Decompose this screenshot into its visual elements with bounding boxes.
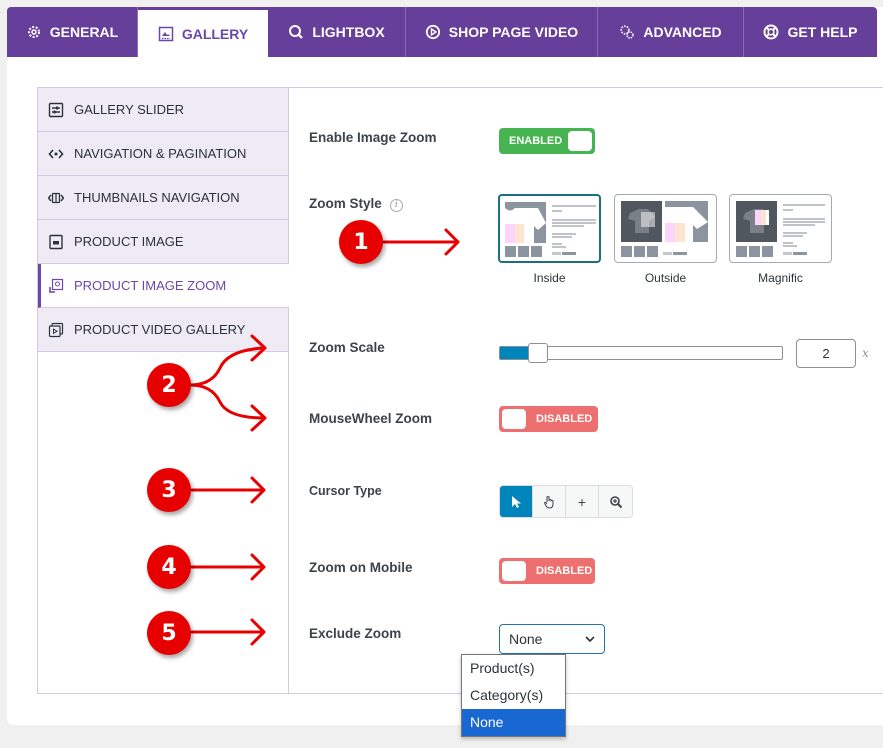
- settings-content: Enable Image Zoom ENABLED Zoom Style i I…: [290, 88, 883, 694]
- gallery-icon: [158, 26, 174, 41]
- sidebar-item-product-image[interactable]: PRODUCT IMAGE: [38, 220, 288, 264]
- tab-get-help[interactable]: GET HELP: [744, 7, 877, 57]
- play-circle-icon: [425, 24, 440, 40]
- sidebar-item-label: THUMBNAILS NAVIGATION: [74, 190, 240, 205]
- gear-icon: [27, 26, 40, 38]
- sidebar-item-label: NAVIGATION & PAGINATION: [74, 146, 247, 161]
- zoom-on-mobile-label: Zoom on Mobile: [309, 560, 413, 575]
- zoom-style-magnific[interactable]: [729, 194, 832, 263]
- cursor-hand-button[interactable]: [533, 486, 566, 517]
- toggle-state: ENABLED: [509, 135, 563, 147]
- zoom-scale-unit: x: [862, 346, 869, 360]
- zoom-scale-input[interactable]: 2: [796, 339, 856, 368]
- annotation-badge-1: 1: [339, 220, 383, 264]
- enable-image-zoom-toggle[interactable]: ENABLED: [499, 128, 595, 154]
- chevron-down-icon: [585, 636, 595, 643]
- tab-label: GENERAL: [49, 24, 119, 40]
- dropdown-option-none[interactable]: None: [462, 709, 565, 736]
- annotation-badge-4: 4: [147, 545, 191, 589]
- sidebar-item-product-image-zoom[interactable]: PRODUCT IMAGE ZOOM: [38, 264, 289, 308]
- toggle-knob: [502, 409, 526, 429]
- select-value: None: [509, 631, 543, 647]
- sidebar-item-label: GALLERY SLIDER: [74, 102, 185, 117]
- toggle-knob: [502, 561, 526, 581]
- code-arrows-icon: [48, 148, 64, 159]
- exclude-zoom-select[interactable]: None: [499, 624, 605, 654]
- toggle-knob: [568, 131, 592, 151]
- image-frame-icon: [49, 234, 63, 249]
- zoom-style-label: Zoom Style i: [309, 196, 403, 212]
- mousewheel-zoom-label: MouseWheel Zoom: [309, 411, 433, 426]
- toggle-state: DISABLED: [536, 413, 593, 425]
- cursor-crosshair-button[interactable]: +: [566, 486, 599, 517]
- sidebar-item-label: PRODUCT IMAGE ZOOM: [74, 278, 227, 293]
- tab-shop-page-video[interactable]: SHOP PAGE VIDEO: [406, 7, 598, 57]
- sidebar-item-product-video-gallery[interactable]: PRODUCT VIDEO GALLERY: [38, 308, 288, 352]
- sliders-icon: [48, 102, 64, 117]
- tab-advanced[interactable]: ADVANCED: [598, 7, 744, 57]
- tab-lightbox[interactable]: LIGHTBOX: [268, 7, 406, 57]
- annotation-badge-3: 3: [147, 468, 191, 512]
- cursor-type-label: Cursor Type: [309, 484, 382, 498]
- tab-general[interactable]: GENERAL: [7, 7, 138, 57]
- video-gallery-icon: [48, 322, 64, 337]
- hand-cursor-icon: [543, 495, 554, 509]
- enable-image-zoom-label: Enable Image Zoom: [309, 130, 437, 145]
- zoom-style-magnific-label: Magnific: [758, 271, 803, 285]
- zoom-scale-label: Zoom Scale: [309, 340, 385, 355]
- tab-label: ADVANCED: [643, 24, 722, 40]
- sidebar-item-navigation-pagination[interactable]: NAVIGATION & PAGINATION: [38, 132, 288, 176]
- zoom-on-mobile-toggle[interactable]: DISABLED: [499, 558, 595, 584]
- cursor-arrow-button[interactable]: [500, 486, 533, 517]
- crosshair-icon: +: [577, 493, 587, 510]
- exclude-zoom-label: Exclude Zoom: [309, 626, 402, 641]
- sidebar-item-thumbnails-navigation[interactable]: THUMBNAILS NAVIGATION: [38, 176, 288, 220]
- annotation-badge-5: 5: [147, 611, 191, 655]
- arrow-cursor-icon: [512, 495, 521, 508]
- tab-label: GALLERY: [181, 25, 249, 42]
- zoom-outside-preview: [621, 201, 708, 257]
- sidebar-item-gallery-slider[interactable]: GALLERY SLIDER: [38, 88, 288, 132]
- zoom-image-icon: [49, 278, 64, 293]
- toggle-state: DISABLED: [536, 565, 593, 577]
- search-icon: [289, 25, 304, 39]
- sidebar-item-label: PRODUCT VIDEO GALLERY: [74, 322, 246, 337]
- zoom-style-outside[interactable]: [614, 194, 717, 263]
- annotation-badge-2: 2: [147, 363, 191, 407]
- dropdown-option-categories[interactable]: Category(s): [462, 682, 565, 709]
- tab-label: GET HELP: [787, 24, 858, 40]
- top-tabs: GENERAL GALLERY LIGHTBOX SHOP PAGE VIDEO…: [7, 7, 877, 57]
- zoom-style-inside[interactable]: [498, 194, 601, 263]
- dropdown-option-products[interactable]: Product(s): [462, 655, 565, 682]
- tab-label: SHOP PAGE VIDEO: [448, 24, 579, 40]
- sidebar-item-label: PRODUCT IMAGE: [74, 234, 184, 249]
- zoom-in-icon: [609, 495, 622, 508]
- exclude-zoom-dropdown: Product(s) Category(s) None: [461, 654, 566, 737]
- zoom-magnific-preview: [736, 201, 825, 257]
- tab-gallery[interactable]: GALLERY: [138, 7, 268, 57]
- thumbnail-nav-icon: [48, 192, 64, 203]
- slider-handle[interactable]: [528, 343, 548, 363]
- lifebuoy-icon: [763, 24, 779, 40]
- mousewheel-zoom-toggle[interactable]: DISABLED: [499, 406, 598, 432]
- zoom-scale-slider[interactable]: [499, 343, 783, 363]
- zoom-style-label-text: Zoom Style: [309, 196, 382, 211]
- cursor-type-group: +: [499, 485, 633, 518]
- cursor-zoom-in-button[interactable]: [599, 486, 632, 517]
- zoom-style-inside-label: Inside: [533, 271, 566, 285]
- zoom-inside-preview: [505, 202, 596, 257]
- info-icon[interactable]: i: [389, 199, 403, 212]
- tab-label: LIGHTBOX: [312, 24, 385, 40]
- zoom-style-outside-label: Outside: [644, 271, 687, 285]
- gears-icon: [620, 25, 635, 39]
